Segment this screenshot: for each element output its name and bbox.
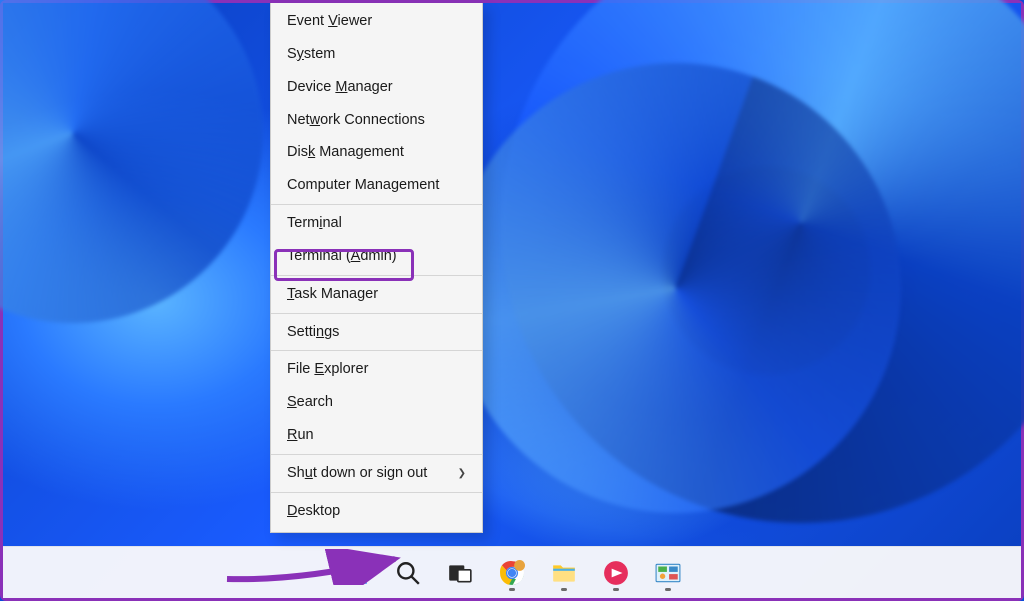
menu-separator xyxy=(271,454,482,455)
taskview-icon xyxy=(447,560,473,586)
menu-desktop[interactable]: Desktop xyxy=(271,495,482,528)
taskbar xyxy=(3,546,1021,598)
search-button[interactable] xyxy=(388,553,428,593)
chrome-button[interactable] xyxy=(492,553,532,593)
menu-system[interactable]: System xyxy=(271,38,482,71)
menu-file-explorer[interactable]: File Explorer xyxy=(271,353,482,386)
menu-computer-management[interactable]: Computer Management xyxy=(271,169,482,202)
menu-search[interactable]: Search xyxy=(271,386,482,419)
menu-disk-management[interactable]: Disk Management xyxy=(271,136,482,169)
start-button[interactable] xyxy=(336,553,376,593)
menu-separator xyxy=(271,313,482,314)
app-button[interactable] xyxy=(596,553,636,593)
file-explorer-button[interactable] xyxy=(544,553,584,593)
menu-separator xyxy=(271,204,482,205)
control-panel-icon xyxy=(655,560,681,586)
menu-run[interactable]: Run xyxy=(271,419,482,452)
explorer-icon xyxy=(551,560,577,586)
menu-task-manager[interactable]: Task Manager xyxy=(271,278,482,311)
windows-icon xyxy=(343,560,369,586)
round-app-icon xyxy=(603,560,629,586)
winx-context-menu: Event Viewer System Device Manager Netwo… xyxy=(270,3,483,533)
search-icon xyxy=(395,560,421,586)
menu-settings[interactable]: Settings xyxy=(271,316,482,349)
menu-terminal-admin[interactable]: Terminal (Admin) xyxy=(271,240,482,273)
menu-separator xyxy=(271,275,482,276)
menu-separator xyxy=(271,492,482,493)
task-view-button[interactable] xyxy=(440,553,480,593)
menu-network-connections[interactable]: Network Connections xyxy=(271,104,482,137)
menu-terminal[interactable]: Terminal xyxy=(271,207,482,240)
control-panel-button[interactable] xyxy=(648,553,688,593)
desktop-wallpaper xyxy=(3,3,1021,598)
menu-separator xyxy=(271,350,482,351)
menu-event-viewer[interactable]: Event Viewer xyxy=(271,5,482,38)
chrome-icon xyxy=(499,560,525,586)
menu-shutdown-signout[interactable]: Shut down or sign out ❯ xyxy=(271,457,482,490)
chevron-right-icon: ❯ xyxy=(458,467,468,480)
menu-device-manager[interactable]: Device Manager xyxy=(271,71,482,104)
